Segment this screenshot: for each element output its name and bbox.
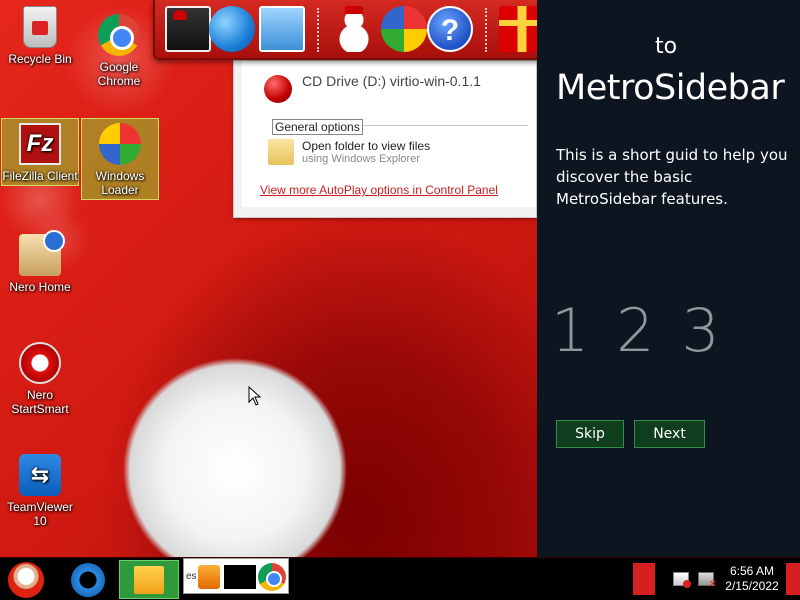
taskbar: es 6:56 AM 2/15/2022 [0, 557, 800, 600]
mouse-cursor-icon [248, 386, 262, 406]
dock-globe[interactable] [209, 6, 255, 52]
santa-start-icon [8, 562, 44, 598]
internet-explorer-icon [71, 563, 105, 597]
desktop-icon-label: Recycle Bin [8, 52, 72, 66]
dock-photo[interactable] [165, 6, 211, 52]
cd-drive-icon [264, 75, 292, 103]
desktop-icon-windows-loader[interactable]: Windows Loader [81, 118, 159, 200]
drive-title: CD Drive (D:) virtio-win-0.1.1 [302, 73, 481, 89]
clock-time: 6:56 AM [729, 564, 775, 578]
dock-window[interactable] [259, 6, 305, 52]
globe-icon [209, 6, 255, 52]
desktop-icon-label: Google Chrome [97, 60, 141, 88]
recycle-bin-icon [23, 6, 57, 48]
action-center-icon[interactable] [673, 572, 691, 588]
show-desktop-button[interactable] [786, 563, 800, 595]
section-divider [362, 125, 528, 126]
filezilla-icon: Fz [19, 123, 61, 165]
taskbar-file-explorer[interactable] [119, 560, 179, 599]
nero-home-icon [19, 230, 65, 276]
desktop-icon-nero-startsmart[interactable]: Nero StartSmart [1, 342, 79, 416]
clock-date: 2/15/2022 [725, 579, 779, 593]
desktop-icon-label: TeamViewer 10 [7, 500, 73, 528]
desktop-icon-label: Windows Loader [95, 169, 145, 197]
autoplay-control-panel-link[interactable]: View more AutoPlay options in Control Pa… [260, 183, 498, 197]
system-clock[interactable]: 6:56 AM 2/15/2022 [720, 564, 784, 594]
taskbar-internet-explorer[interactable] [64, 560, 112, 599]
next-button[interactable]: Next [634, 420, 705, 448]
preview-label: es [186, 571, 197, 582]
open-folder-option[interactable]: Open folder to view files using Windows … [268, 139, 430, 165]
skip-button[interactable]: Skip [556, 420, 624, 448]
metro-sidebar-panel: to MetroSidebar This is a short guid to … [537, 0, 800, 557]
sidebar-title-prefix: to [655, 34, 678, 59]
desktop-icon-label: Nero Home [9, 280, 71, 294]
start-button[interactable] [0, 560, 52, 599]
dock-snowman[interactable] [331, 6, 377, 52]
photo-icon [165, 6, 211, 52]
chrome-icon [98, 14, 140, 56]
section-label: General options [272, 119, 363, 135]
drive-row: CD Drive (D:) virtio-win-0.1.1 [264, 65, 481, 103]
folder-icon [134, 566, 164, 594]
windows-loader-icon [99, 123, 141, 165]
check-disk-icon [381, 6, 427, 52]
dock-check-disk[interactable] [381, 6, 427, 52]
sidebar-title: MetroSidebar [556, 68, 785, 108]
desktop-icon-label: Nero StartSmart [11, 388, 69, 416]
chrome-icon [258, 563, 286, 591]
snowman-icon [331, 6, 377, 52]
sidebar-description: This is a short guid to help you discove… [556, 146, 788, 208]
desktop-icon-label: FileZilla Client [2, 169, 78, 183]
nero-startsmart-icon [19, 342, 61, 384]
desktop-icon-google-chrome[interactable]: Google Chrome [80, 14, 158, 88]
dock-separator [485, 8, 487, 52]
option-main-text: Open folder to view files [302, 139, 431, 153]
dock-help[interactable]: ? [427, 6, 473, 52]
desktop-icon-nero-home[interactable]: Nero Home [1, 230, 79, 294]
dock-separator [317, 8, 319, 52]
desktop-icon-teamviewer[interactable]: ⇆ TeamViewer 10 [1, 454, 79, 528]
desktop-icon-filezilla[interactable]: Fz FileZilla Client [1, 118, 79, 186]
folder-icon [268, 139, 294, 165]
taskbar-thumbnail-preview[interactable]: es [183, 558, 289, 594]
autoplay-content: CD Drive (D:) virtio-win-0.1.1 General o… [242, 61, 536, 207]
network-disconnected-icon[interactable] [698, 572, 717, 590]
preview-window [224, 565, 256, 589]
window-icon [259, 6, 305, 52]
option-sub-text: using Windows Explorer [302, 153, 420, 165]
desktop-icon-recycle-bin[interactable]: Recycle Bin [1, 6, 79, 66]
help-icon: ? [427, 6, 473, 52]
metro-sidebar-toggle[interactable] [633, 563, 655, 595]
teamviewer-icon: ⇆ [19, 454, 61, 496]
media-player-icon [198, 565, 220, 589]
step-indicator: 1 2 3 [551, 296, 724, 366]
autoplay-dialog: CD Drive (D:) virtio-win-0.1.1 General o… [233, 60, 537, 218]
desktop: Recycle Bin Google Chrome Fz FileZilla C… [0, 0, 800, 557]
